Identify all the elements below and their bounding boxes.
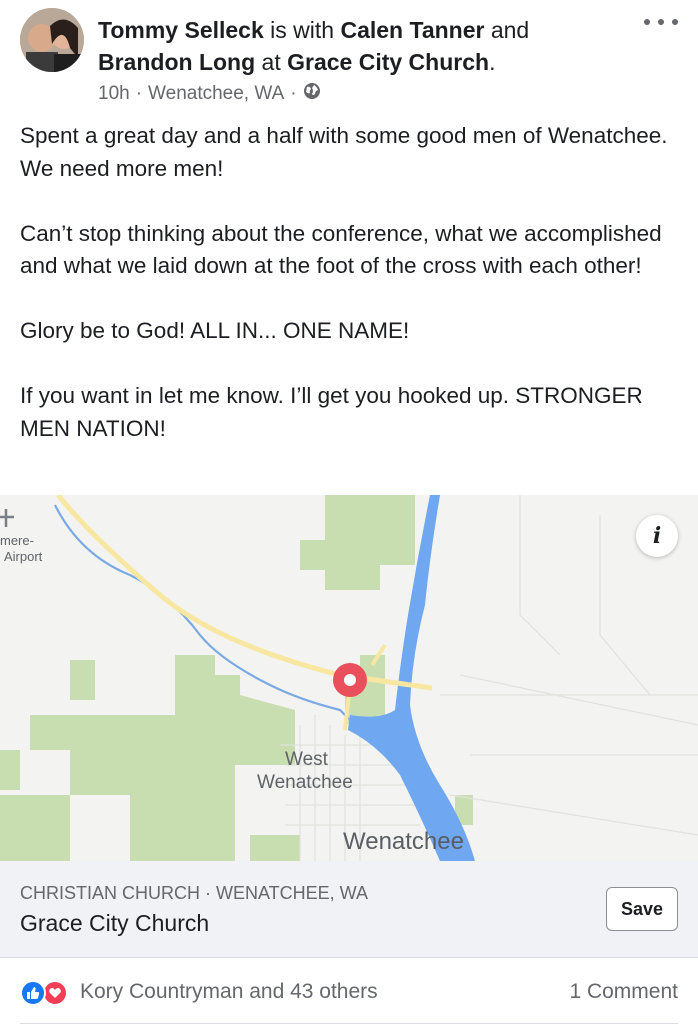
save-button[interactable]: Save xyxy=(606,887,678,931)
post-paragraph: Can’t stop thinking about the conference… xyxy=(20,220,662,279)
post-paragraph: Spent a great day and a half with some g… xyxy=(20,123,668,181)
meta-separator: · xyxy=(135,83,143,104)
dot xyxy=(658,19,664,25)
avatar[interactable] xyxy=(20,8,84,72)
is-with-text: is with xyxy=(263,17,341,43)
airport-icon xyxy=(0,509,14,527)
airport-label: mere- Airport xyxy=(0,533,43,564)
dot xyxy=(644,19,650,25)
post-text: Spent a great day and a half with some g… xyxy=(20,120,680,478)
globe-icon xyxy=(303,82,321,106)
west-wenatchee-label: West Wenatchee xyxy=(257,749,353,793)
post-paragraph: Glory be to God! ALL IN... ONE NAME! xyxy=(20,318,410,343)
info-button[interactable]: i xyxy=(636,515,678,557)
info-icon: i xyxy=(652,523,662,549)
reactions-summary[interactable]: Kory Countryman and 43 others xyxy=(80,980,378,1004)
reactions-bar: Kory Countryman and 43 others 1 Comment xyxy=(0,958,698,1024)
map-pin-icon xyxy=(333,663,367,697)
post-paragraph: If you want in let me know. I’ll get you… xyxy=(20,383,643,441)
and-text: and xyxy=(484,17,530,43)
location-map[interactable]: mere- Airport West Wenatchee Wenatchee i xyxy=(0,495,698,861)
place-category: CHRISTIAN CHURCH · WENATCHEE, WA xyxy=(20,883,368,903)
meta-separator-2: · xyxy=(290,83,297,104)
avatar-photo xyxy=(20,8,84,72)
more-options-icon[interactable] xyxy=(644,12,678,32)
tagged-user-1[interactable]: Calen Tanner xyxy=(340,17,484,43)
author-name[interactable]: Tommy Selleck xyxy=(98,17,264,43)
at-text: at xyxy=(255,49,288,75)
like-icon xyxy=(20,980,46,1006)
comment-count[interactable]: 1 Comment xyxy=(569,980,678,1004)
post-header: Tommy Selleck is with Calen Tanner and B… xyxy=(0,0,698,118)
map-graphic xyxy=(0,495,698,861)
dot xyxy=(672,19,678,25)
reaction-icons[interactable] xyxy=(20,980,76,1006)
post-place[interactable]: Wenatchee, WA xyxy=(148,83,284,105)
wenatchee-label: Wenatchee xyxy=(343,828,464,855)
post-meta: 10h · Wenatchee, WA · xyxy=(98,82,321,106)
post-headline: Tommy Selleck is with Calen Tanner and B… xyxy=(98,14,618,78)
checkin-location[interactable]: Grace City Church xyxy=(287,49,489,75)
tagged-user-2[interactable]: Brandon Long xyxy=(98,49,255,75)
place-card[interactable]: CHRISTIAN CHURCH · WENATCHEE, WA Grace C… xyxy=(0,861,698,958)
place-name[interactable]: Grace City Church xyxy=(20,910,209,937)
post-time[interactable]: 10h xyxy=(98,83,130,105)
period-text: . xyxy=(489,49,496,75)
